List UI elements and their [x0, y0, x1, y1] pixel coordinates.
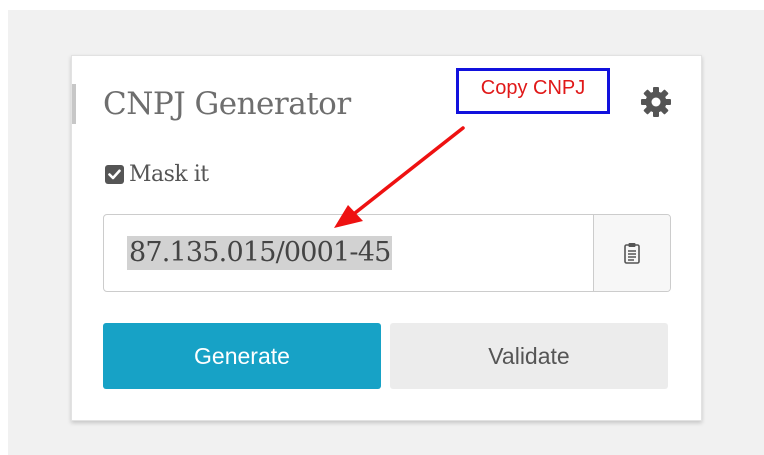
mask-label: Mask it: [129, 161, 209, 187]
copy-button[interactable]: [593, 215, 670, 291]
validate-button[interactable]: Validate: [390, 323, 668, 389]
title-accent-bar: [72, 84, 76, 124]
cnpj-field[interactable]: 87.135.015/0001-45: [104, 215, 593, 291]
card-title: CNPJ Generator: [103, 86, 351, 122]
generate-button[interactable]: Generate: [103, 323, 381, 389]
copy-cnpj-annotation: Copy CNPJ: [456, 68, 610, 114]
annotation-label: Copy CNPJ: [480, 76, 586, 99]
clipboard-icon: [624, 243, 640, 264]
cnpj-input-group: 87.135.015/0001-45: [103, 214, 671, 292]
mask-checkbox[interactable]: [105, 164, 124, 184]
cnpj-value[interactable]: 87.135.015/0001-45: [127, 236, 393, 270]
check-icon: [108, 169, 121, 179]
gear-icon[interactable]: [640, 86, 672, 118]
mask-option[interactable]: Mask it: [105, 159, 209, 189]
